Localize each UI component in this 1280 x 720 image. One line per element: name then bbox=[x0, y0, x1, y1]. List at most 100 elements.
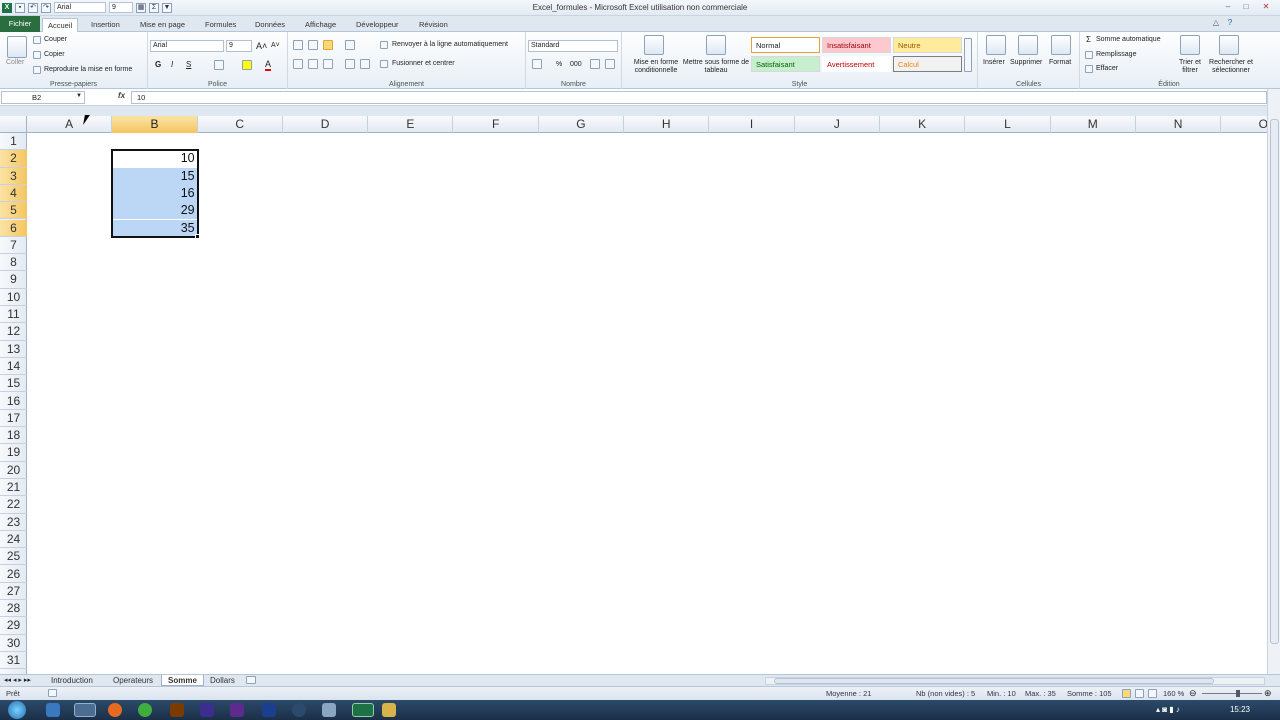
style-good[interactable]: Satisfaisant bbox=[751, 56, 820, 72]
decrease-decimal-icon[interactable] bbox=[605, 59, 615, 69]
zoom-level[interactable]: 160 % bbox=[1163, 689, 1184, 698]
name-box-dropdown-icon[interactable]: ▼ bbox=[76, 93, 82, 99]
insert-function-icon[interactable]: fx bbox=[118, 91, 125, 100]
vertical-scrollbar[interactable] bbox=[1267, 89, 1280, 674]
tab-donnees[interactable]: Données bbox=[250, 18, 290, 32]
tab-accueil[interactable]: Accueil bbox=[42, 18, 79, 32]
sigma-icon[interactable]: Σ bbox=[1086, 35, 1091, 44]
row-header-18[interactable]: 18 bbox=[0, 427, 27, 445]
column-header-h[interactable]: H bbox=[624, 116, 710, 133]
row-header-11[interactable]: 11 bbox=[0, 306, 27, 324]
page-break-view-icon[interactable] bbox=[1148, 689, 1157, 698]
row-header-19[interactable]: 19 bbox=[0, 444, 27, 462]
row-header-10[interactable]: 10 bbox=[0, 289, 27, 306]
vertical-scroll-thumb[interactable] bbox=[1270, 119, 1279, 644]
start-button-icon[interactable] bbox=[8, 701, 26, 719]
premiere-icon[interactable] bbox=[230, 703, 244, 717]
format-painter-button[interactable]: Reproduire la mise en forme bbox=[44, 66, 132, 73]
binoculars-icon[interactable] bbox=[1219, 35, 1239, 55]
italic-button[interactable]: I bbox=[171, 60, 173, 69]
row-header-26[interactable]: 26 bbox=[0, 566, 27, 583]
column-header-e[interactable]: E bbox=[368, 116, 454, 133]
grow-font-icon[interactable]: A˄ bbox=[256, 41, 267, 51]
format-cells-icon[interactable] bbox=[1051, 35, 1071, 55]
cell-b4[interactable]: 16 bbox=[112, 184, 198, 203]
media-player-icon[interactable] bbox=[292, 703, 306, 717]
row-header-3[interactable]: 3 bbox=[0, 167, 27, 185]
font-color-icon[interactable]: A bbox=[265, 59, 272, 71]
percent-button[interactable]: % bbox=[556, 61, 562, 68]
row-header-24[interactable]: 24 bbox=[0, 531, 27, 549]
row-header-16[interactable]: 16 bbox=[0, 393, 27, 410]
tab-formules[interactable]: Formules bbox=[200, 18, 241, 32]
shrink-font-icon[interactable]: A˅ bbox=[271, 42, 280, 49]
tab-insertion[interactable]: Insertion bbox=[86, 18, 125, 32]
increase-decimal-icon[interactable] bbox=[590, 59, 600, 69]
column-header-a[interactable]: A bbox=[27, 116, 113, 133]
row-header-12[interactable]: 12 bbox=[0, 323, 27, 341]
thousands-button[interactable]: 000 bbox=[570, 61, 582, 68]
align-left-icon[interactable] bbox=[293, 59, 303, 69]
paste-icon[interactable] bbox=[7, 36, 27, 58]
column-header-i[interactable]: I bbox=[709, 116, 795, 133]
sort-filter-icon[interactable] bbox=[1180, 35, 1200, 55]
align-bottom-icon[interactable] bbox=[323, 40, 333, 50]
cell-b3[interactable]: 15 bbox=[112, 167, 198, 185]
row-header-29[interactable]: 29 bbox=[0, 617, 27, 635]
row-header-23[interactable]: 23 bbox=[0, 514, 27, 531]
column-header-c[interactable]: C bbox=[198, 116, 283, 133]
insert-cells-icon[interactable] bbox=[986, 35, 1006, 55]
style-calc[interactable]: Calcul bbox=[893, 56, 962, 72]
sheet-tab-introduction[interactable]: Introduction bbox=[45, 675, 99, 686]
column-header-g[interactable]: G bbox=[539, 116, 625, 133]
align-top-icon[interactable] bbox=[293, 40, 303, 50]
normal-view-icon[interactable] bbox=[1122, 689, 1131, 698]
font-name-combo[interactable]: Arial bbox=[150, 40, 224, 52]
row-header-31[interactable]: 31 bbox=[0, 652, 27, 670]
row-header-9[interactable]: 9 bbox=[0, 271, 27, 289]
new-sheet-icon[interactable] bbox=[246, 676, 256, 684]
wrap-text-icon[interactable] bbox=[380, 41, 388, 49]
column-header-n[interactable]: N bbox=[1136, 116, 1222, 133]
decrease-indent-icon[interactable] bbox=[345, 59, 355, 69]
cell-b6[interactable]: 35 bbox=[112, 219, 198, 237]
folder-icon[interactable] bbox=[382, 703, 396, 717]
sheet-tab-dollars[interactable]: Dollars bbox=[204, 675, 241, 686]
scissors-icon[interactable] bbox=[33, 36, 41, 44]
row-header-14[interactable]: 14 bbox=[0, 358, 27, 376]
copy-button[interactable]: Copier bbox=[44, 51, 65, 58]
column-header-d[interactable]: D bbox=[283, 116, 369, 133]
row-header-7[interactable]: 7 bbox=[0, 237, 27, 255]
format-as-table-button[interactable]: Mettre sous forme de tableau bbox=[682, 59, 750, 75]
row-header-20[interactable]: 20 bbox=[0, 462, 27, 479]
tab-fichier[interactable]: Fichier bbox=[0, 16, 40, 32]
style-neutral[interactable]: Neutre bbox=[893, 37, 962, 53]
brush-icon[interactable] bbox=[33, 66, 41, 74]
underline-button[interactable]: S bbox=[186, 60, 191, 69]
name-box[interactable]: B2 bbox=[1, 91, 85, 104]
row-header-5[interactable]: 5 bbox=[0, 202, 27, 220]
sheet-nav-icon[interactable]: ◂◂ ◂ ▸ ▸▸ bbox=[4, 676, 31, 684]
font-size-combo[interactable]: 9 bbox=[226, 40, 252, 52]
fill-button[interactable]: Remplissage bbox=[1096, 51, 1136, 58]
column-header-f[interactable]: F bbox=[454, 116, 539, 133]
style-normal[interactable]: Normal bbox=[751, 37, 820, 53]
explorer-taskbar-icon[interactable] bbox=[74, 703, 96, 717]
row-header-15[interactable]: 15 bbox=[0, 375, 27, 393]
format-as-table-icon[interactable] bbox=[706, 35, 726, 55]
row-header-13[interactable]: 13 bbox=[0, 341, 27, 358]
column-header-l[interactable]: L bbox=[965, 116, 1051, 133]
fill-handle[interactable] bbox=[194, 233, 200, 239]
conditional-format-icon[interactable] bbox=[644, 35, 664, 55]
delete-cells-icon[interactable] bbox=[1018, 35, 1038, 55]
paste-button[interactable]: Coller bbox=[6, 59, 24, 66]
bold-button[interactable]: G bbox=[155, 60, 161, 69]
zoom-slider[interactable] bbox=[1202, 693, 1262, 694]
sheet-tab-somme[interactable]: Somme bbox=[161, 675, 204, 686]
tab-mise-en-page[interactable]: Mise en page bbox=[135, 18, 190, 32]
find-select-button[interactable]: Rechercher et sélectionner bbox=[1205, 59, 1257, 75]
fill-icon[interactable] bbox=[1085, 51, 1093, 59]
row-header-21[interactable]: 21 bbox=[0, 479, 27, 497]
row-header-28[interactable]: 28 bbox=[0, 600, 27, 618]
horizontal-scrollbar[interactable] bbox=[765, 677, 1265, 685]
